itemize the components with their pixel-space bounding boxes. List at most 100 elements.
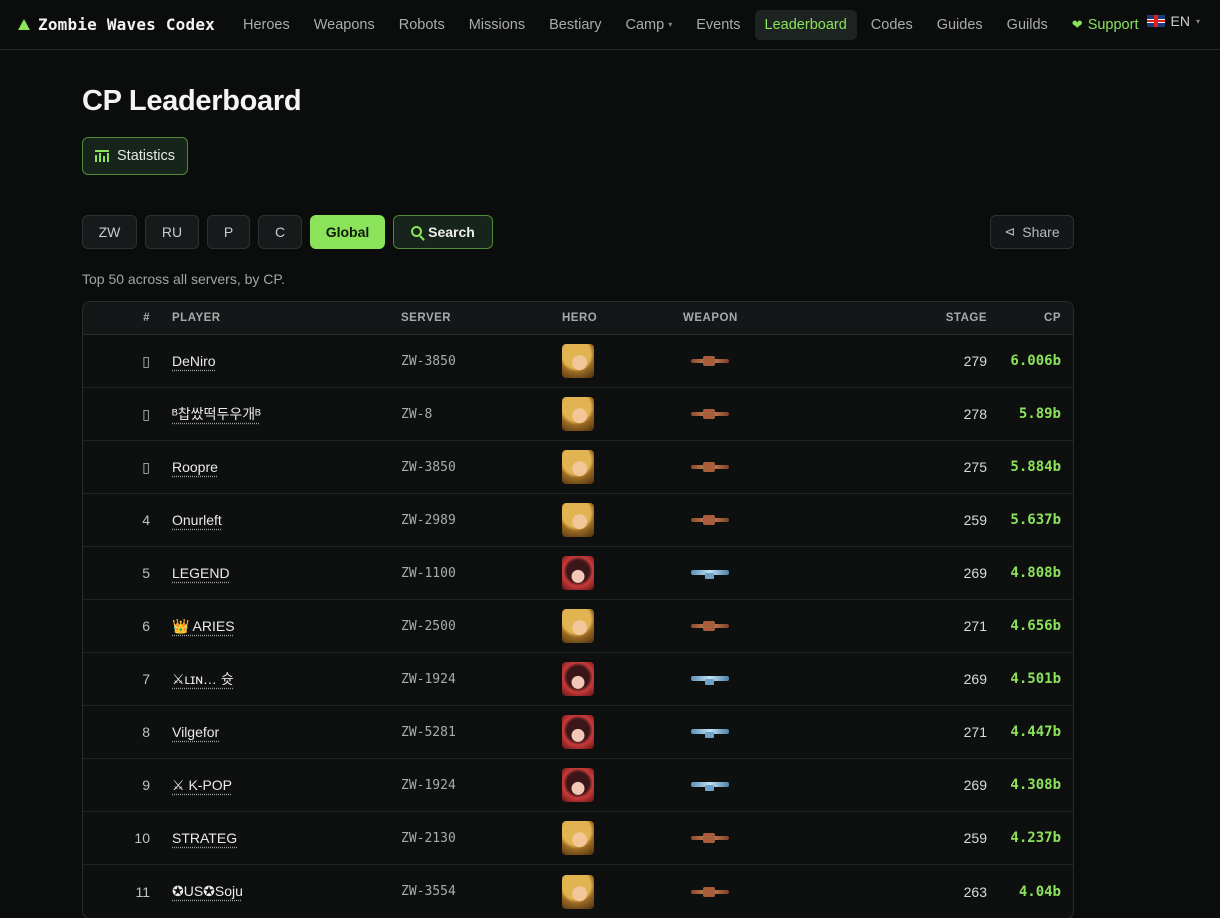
weapon-icon[interactable] [691, 567, 729, 579]
player-cell: STRATEG [150, 830, 379, 846]
weapon-cell [681, 620, 831, 632]
weapon-icon[interactable] [691, 620, 729, 632]
hero-avatar-icon[interactable] [562, 821, 594, 855]
filter-p-button[interactable]: P [207, 215, 250, 249]
stage-cell: 269 [963, 671, 987, 687]
nav-item-events[interactable]: Events [686, 10, 750, 40]
weapon-icon[interactable] [691, 355, 729, 367]
server-cell: ZW-1100 [401, 565, 456, 581]
nav-item-leaderboard[interactable]: Leaderboard [754, 9, 857, 40]
server-cell: ZW-1924 [401, 671, 456, 687]
server-cell: ZW-2500 [401, 618, 456, 634]
nav-item-weapons[interactable]: Weapons [304, 10, 385, 40]
player-link[interactable]: Onurleft [172, 512, 222, 528]
hero-avatar-icon[interactable] [562, 874, 594, 909]
weapon-icon[interactable] [691, 461, 729, 473]
nav-item-heroes[interactable]: Heroes [233, 10, 300, 40]
language-selector[interactable]: EN ▾ [1146, 13, 1200, 29]
player-link[interactable]: 👑 ARIES [172, 618, 235, 634]
weapon-icon[interactable] [691, 886, 729, 898]
nav-item-codes[interactable]: Codes [861, 10, 923, 40]
hero-avatar-icon[interactable] [562, 344, 594, 378]
player-cell: ⚔ K-POP [150, 777, 379, 794]
cp-cell: 4.04b [1018, 883, 1061, 900]
server-cell: ZW-2130 [401, 830, 456, 846]
filter-zw-button[interactable]: ZW [82, 215, 137, 249]
brand[interactable]: Zombie Waves Codex [18, 15, 215, 34]
rank-cell: 6 [142, 618, 150, 634]
hero-avatar-icon[interactable] [562, 715, 594, 749]
player-link[interactable]: ⚔ʟɪɴ… 슛 [172, 671, 234, 687]
nav-item-guilds[interactable]: Guilds [997, 10, 1058, 40]
header-server: SERVER [401, 312, 452, 324]
nav-item-bestiary[interactable]: Bestiary [539, 10, 611, 40]
player-link[interactable]: LEGEND [172, 565, 230, 581]
hero-cell [562, 768, 681, 802]
nav-item-robots[interactable]: Robots [389, 10, 455, 40]
player-link[interactable]: Roopre [172, 459, 218, 475]
nav-item-camp-label: Camp [625, 16, 665, 33]
nav-item-support[interactable]: ❤ Support [1062, 10, 1149, 40]
hero-avatar-icon[interactable] [562, 503, 594, 537]
hero-cell [562, 344, 681, 378]
nav-item-guides[interactable]: Guides [927, 10, 993, 40]
player-cell: DeNiro [150, 353, 379, 369]
player-link[interactable]: ✪US✪Soju [172, 883, 243, 899]
table-row: 7 ⚔ʟɪɴ… 슛 ZW-1924 269 4.501b [83, 653, 1073, 706]
player-link[interactable]: STRATEG [172, 830, 237, 846]
hero-cell [562, 609, 681, 643]
nav-item-camp[interactable]: Camp ▾ [616, 10, 683, 40]
leaderboard-description: Top 50 across all servers, by CP. [82, 271, 285, 287]
hero-avatar-icon[interactable] [562, 662, 594, 696]
weapon-cell [681, 408, 831, 420]
share-button[interactable]: ⊲ Share [990, 215, 1074, 249]
cp-cell: 4.237b [1010, 830, 1061, 846]
cp-cell: 4.501b [1010, 671, 1061, 687]
hero-avatar-icon[interactable] [562, 450, 594, 484]
table-row: 5 LEGEND ZW-1100 269 4.808b [83, 547, 1073, 600]
weapon-icon[interactable] [691, 673, 729, 685]
hero-avatar-icon[interactable] [562, 556, 594, 590]
main-content: CP Leaderboard Statistics ZW RU P C Glob… [82, 85, 1074, 918]
header-weapon: WEAPON [683, 312, 738, 324]
weapon-cell [681, 779, 831, 791]
player-cell: Onurleft [150, 512, 379, 528]
statistics-button[interactable]: Statistics [82, 137, 189, 175]
rank-cell: ▯ [142, 405, 150, 422]
player-link[interactable]: ᴮ찹쌌떡두우개ᴮ [172, 406, 261, 422]
hero-cell [562, 715, 681, 749]
cp-cell: 5.884b [1010, 459, 1061, 475]
hero-avatar-icon[interactable] [562, 768, 594, 802]
rank-cell: 8 [142, 724, 150, 740]
nav-item-missions[interactable]: Missions [459, 10, 535, 40]
chevron-down-icon: ▾ [1195, 16, 1200, 26]
table-row: 9 ⚔ K-POP ZW-1924 269 4.308b [83, 759, 1073, 812]
rank-cell: 4 [142, 512, 150, 528]
stage-cell: 271 [963, 724, 987, 740]
filter-c-button[interactable]: C [258, 215, 302, 249]
search-button[interactable]: Search [393, 215, 493, 249]
weapon-icon[interactable] [691, 514, 729, 526]
server-cell: ZW-2989 [401, 512, 456, 528]
filter-ru-button[interactable]: RU [145, 215, 199, 249]
language-label: EN [1170, 13, 1190, 29]
nav-item-support-label: Support [1087, 16, 1139, 33]
weapon-icon[interactable] [691, 726, 729, 738]
player-cell: Vilgefor [150, 724, 379, 740]
header-rank: # [143, 312, 150, 324]
chevron-down-icon: ▾ [668, 20, 673, 29]
weapon-cell [681, 514, 831, 526]
rank-cell: 7 [142, 671, 150, 687]
weapon-icon[interactable] [691, 832, 729, 844]
player-link[interactable]: Vilgefor [172, 724, 219, 740]
hero-avatar-icon[interactable] [562, 609, 594, 643]
cp-cell: 6.006b [1010, 353, 1061, 369]
triangle-logo-icon [18, 19, 30, 30]
filter-global-button[interactable]: Global [310, 215, 385, 249]
hero-avatar-icon[interactable] [562, 397, 594, 431]
weapon-icon[interactable] [691, 408, 729, 420]
player-link[interactable]: DeNiro [172, 353, 216, 369]
player-link[interactable]: ⚔ K-POP [172, 777, 232, 793]
weapon-icon[interactable] [691, 779, 729, 791]
search-label: Search [428, 224, 475, 240]
